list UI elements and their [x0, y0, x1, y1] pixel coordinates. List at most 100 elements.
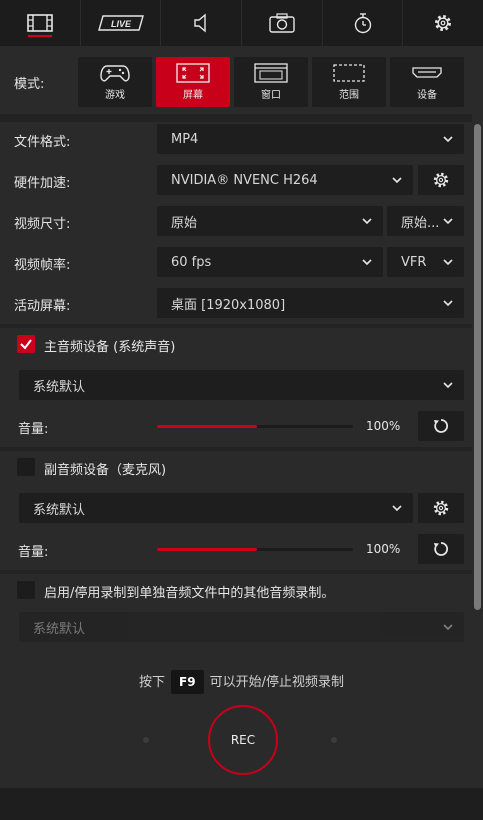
- extra-audio-device-value: 系统默认: [33, 621, 86, 637]
- active-screen-label: 活动屏幕:: [14, 299, 71, 314]
- film-icon: [27, 14, 53, 32]
- scrollbar[interactable]: [472, 118, 483, 648]
- tab-timer[interactable]: [323, 0, 404, 46]
- region-icon: [333, 64, 365, 82]
- sub-volume-label: 音量:: [18, 545, 49, 560]
- mode-game-label: 游戏: [105, 90, 125, 101]
- window-icon: [254, 63, 288, 83]
- main-audio-label: 主音频设备 (系统声音): [44, 340, 176, 355]
- mode-region-button[interactable]: 范围: [312, 57, 386, 107]
- mode-game-button[interactable]: 游戏: [78, 57, 152, 107]
- hw-accel-value: NVIDIA® NVENC H264: [171, 172, 318, 188]
- sub-volume-slider[interactable]: [157, 548, 353, 551]
- tab-screenshot[interactable]: [242, 0, 323, 46]
- speaker-icon: [194, 13, 206, 33]
- checkmark-icon: [20, 339, 32, 350]
- mode-window-label: 窗口: [261, 90, 281, 101]
- bottom-bar: [0, 788, 483, 820]
- active-screen-select[interactable]: 桌面 [1920x1080]: [157, 288, 464, 318]
- hw-accel-select[interactable]: NVIDIA® NVENC H264: [157, 165, 413, 195]
- fullscreen-icon: [176, 63, 210, 83]
- hw-accel-settings-button[interactable]: [418, 165, 464, 195]
- mode-device-label: 设备: [417, 90, 437, 101]
- chevron-down-icon: [362, 218, 372, 225]
- record-footer: 按下 F9 可以开始/停止视频录制 REC: [0, 648, 483, 788]
- sub-audio-label: 副音频设备（麦克风): [44, 463, 167, 478]
- chevron-down-icon: [362, 259, 372, 266]
- scrollbar-thumb[interactable]: [474, 124, 481, 610]
- frame-rate-label: 视频帧率:: [14, 258, 71, 273]
- settings-panel: 模式: 游戏 屏幕 窗口 范围 设备 文件格式: MP4 硬件加速: NVIDI…: [0, 46, 472, 648]
- live-icon: LIVE: [97, 15, 144, 31]
- video-size-select[interactable]: 原始: [157, 206, 383, 236]
- chevron-down-icon: [443, 382, 453, 389]
- hotkey-hint-text: 可以开始/停止视频录制: [209, 675, 344, 690]
- extra-audio-label: 启用/停用录制到单独音频文件中的其他音频录制。: [44, 586, 335, 601]
- main-audio-device-value: 系统默认: [33, 379, 86, 395]
- indicator-dot-right: [331, 737, 337, 743]
- file-format-label: 文件格式:: [14, 135, 71, 150]
- main-audio-checkbox[interactable]: [17, 335, 35, 353]
- section-divider: [0, 570, 472, 574]
- mode-screen-button[interactable]: 屏幕: [156, 57, 230, 107]
- chevron-down-icon: [443, 136, 453, 143]
- live-icon-label: LIVE: [110, 19, 131, 29]
- video-size-value: 原始: [171, 215, 198, 231]
- gamepad-icon: [100, 65, 130, 82]
- extra-audio-checkbox[interactable]: [17, 581, 35, 599]
- sub-audio-device-value: 系统默认: [33, 502, 86, 518]
- main-volume-value: 100%: [366, 419, 401, 433]
- video-size-secondary-value: 原始...: [401, 215, 440, 231]
- video-size-secondary-select[interactable]: 原始...: [387, 206, 464, 236]
- gear-icon: [435, 15, 452, 31]
- main-audio-device-select[interactable]: 系统默认: [19, 370, 464, 400]
- reset-icon: [434, 419, 449, 433]
- record-button[interactable]: REC: [208, 705, 278, 775]
- sub-audio-checkbox[interactable]: [17, 458, 35, 476]
- main-volume-slider[interactable]: [157, 425, 353, 428]
- gear-icon: [433, 172, 449, 188]
- sub-audio-settings-button[interactable]: [418, 493, 464, 523]
- hotkey-hint: 按下 F9 可以开始/停止视频录制: [0, 670, 483, 694]
- tab-audio[interactable]: [161, 0, 243, 46]
- sub-volume-reset-button[interactable]: [418, 534, 464, 564]
- frame-rate-mode-select[interactable]: VFR: [387, 247, 464, 277]
- sub-volume-value: 100%: [366, 542, 401, 556]
- mode-device-button[interactable]: 设备: [390, 57, 464, 107]
- mode-label: 模式:: [14, 77, 45, 92]
- chevron-down-icon: [392, 177, 402, 184]
- active-screen-value: 桌面 [1920x1080]: [171, 297, 286, 313]
- extra-audio-device-select[interactable]: 系统默认: [19, 612, 464, 642]
- gear-icon: [433, 500, 449, 516]
- mode-window-button[interactable]: 窗口: [234, 57, 308, 107]
- reset-icon: [434, 542, 449, 556]
- hw-accel-label: 硬件加速:: [14, 176, 71, 191]
- main-volume-label: 音量:: [18, 422, 49, 437]
- tab-settings[interactable]: [403, 0, 483, 46]
- top-tab-bar: LIVE: [0, 0, 483, 46]
- section-divider: [0, 114, 472, 122]
- video-size-label: 视频尺寸:: [14, 217, 71, 232]
- indicator-dot-left: [143, 737, 149, 743]
- main-volume-slider-fill: [157, 425, 257, 428]
- mode-screen-label: 屏幕: [183, 90, 203, 101]
- chevron-down-icon: [392, 505, 402, 512]
- sub-audio-device-select[interactable]: 系统默认: [19, 493, 413, 523]
- main-volume-reset-button[interactable]: [418, 411, 464, 441]
- record-button-label: REC: [230, 733, 256, 747]
- file-format-select[interactable]: MP4: [157, 124, 464, 154]
- frame-rate-value: 60 fps: [171, 254, 212, 270]
- tab-video[interactable]: [0, 0, 81, 46]
- tab-live[interactable]: LIVE: [81, 0, 162, 46]
- file-format-value: MP4: [171, 131, 199, 147]
- frame-rate-mode-value: VFR: [401, 254, 427, 270]
- camera-icon: [269, 13, 295, 33]
- hotkey-press-text: 按下: [139, 675, 166, 690]
- chevron-down-icon: [443, 218, 453, 225]
- chevron-down-icon: [443, 624, 453, 631]
- frame-rate-select[interactable]: 60 fps: [157, 247, 383, 277]
- chevron-down-icon: [443, 300, 453, 307]
- hotkey-key: F9: [171, 670, 204, 694]
- section-divider: [0, 324, 472, 328]
- chevron-down-icon: [443, 259, 453, 266]
